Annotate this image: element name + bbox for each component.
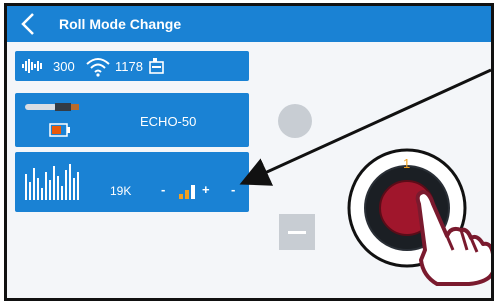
dial-marker: 1 xyxy=(403,156,410,171)
pointing-hand-icon xyxy=(415,190,491,286)
app-screen: Roll Mode Change 300 1178 ECHO-50 19K - … xyxy=(4,3,494,301)
